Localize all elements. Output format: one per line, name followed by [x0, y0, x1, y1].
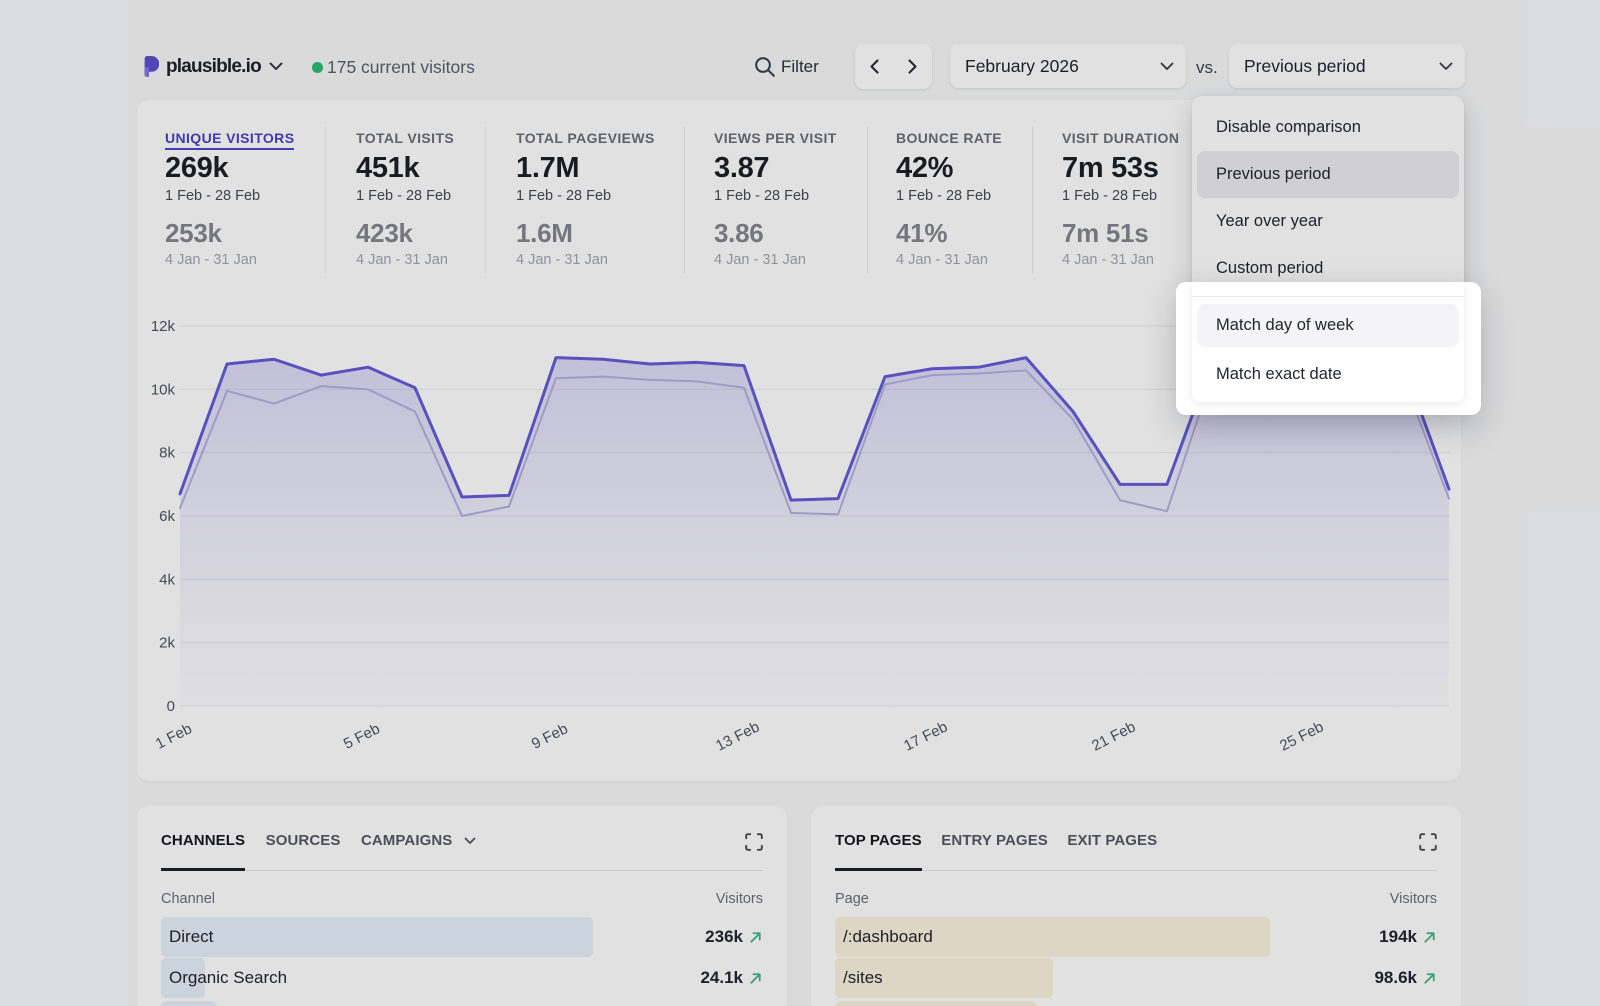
spotlight-box: Match day of week Match exact date [1176, 282, 1481, 415]
dim-overlay [0, 0, 1600, 1006]
menu-item-match-day-of-week[interactable]: Match day of week [1197, 304, 1459, 347]
spotlight-menu-fragment: Match day of week Match exact date [1192, 282, 1464, 402]
plausible-dashboard: plausible.io 175 current visitors Filter… [0, 0, 1600, 1006]
menu-item-match-exact-date[interactable]: Match exact date [1192, 351, 1464, 398]
menu-divider [1192, 296, 1464, 297]
